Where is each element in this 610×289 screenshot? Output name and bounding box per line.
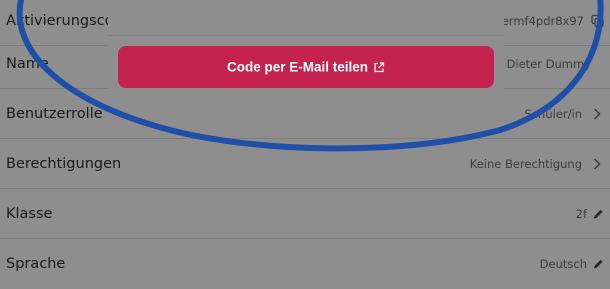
pencil-icon[interactable] [593,208,604,219]
class-label: Klasse [6,205,53,222]
row-permissions[interactable]: Berechtigungen Keine Berechtigung [0,139,610,189]
language-label: Sprache [6,256,66,272]
activation-code-value: ermf4pdr8x97 [501,13,584,28]
row-language[interactable]: Sprache Deutsch [0,239,610,289]
dialog-divider [108,35,504,36]
user-role-label: Benutzerrolle [6,105,103,122]
user-role-value: Schüler/in [524,106,582,121]
pencil-icon[interactable] [593,259,604,270]
row-class[interactable]: Klasse 2f [0,189,610,239]
copy-icon[interactable] [591,14,604,27]
name-label: Name [6,55,49,72]
share-button-label: Code per E-Mail teilen [226,59,369,75]
chevron-right-icon [593,157,601,170]
share-code-email-button[interactable]: Code per E-Mail teilen [118,46,494,88]
language-value: Deutsch [539,257,587,271]
external-link-icon [374,62,385,73]
name-value: Dieter Dummy [506,56,591,71]
class-value: 2f [575,206,587,221]
share-button-text: Code per E-Mail teilen [118,60,494,75]
share-code-dialog: Code per E-Mail teilen [108,0,504,99]
chevron-right-icon [593,107,601,120]
permissions-label: Berechtigungen [6,155,122,172]
permissions-value: Keine Berechtigung [469,156,582,171]
